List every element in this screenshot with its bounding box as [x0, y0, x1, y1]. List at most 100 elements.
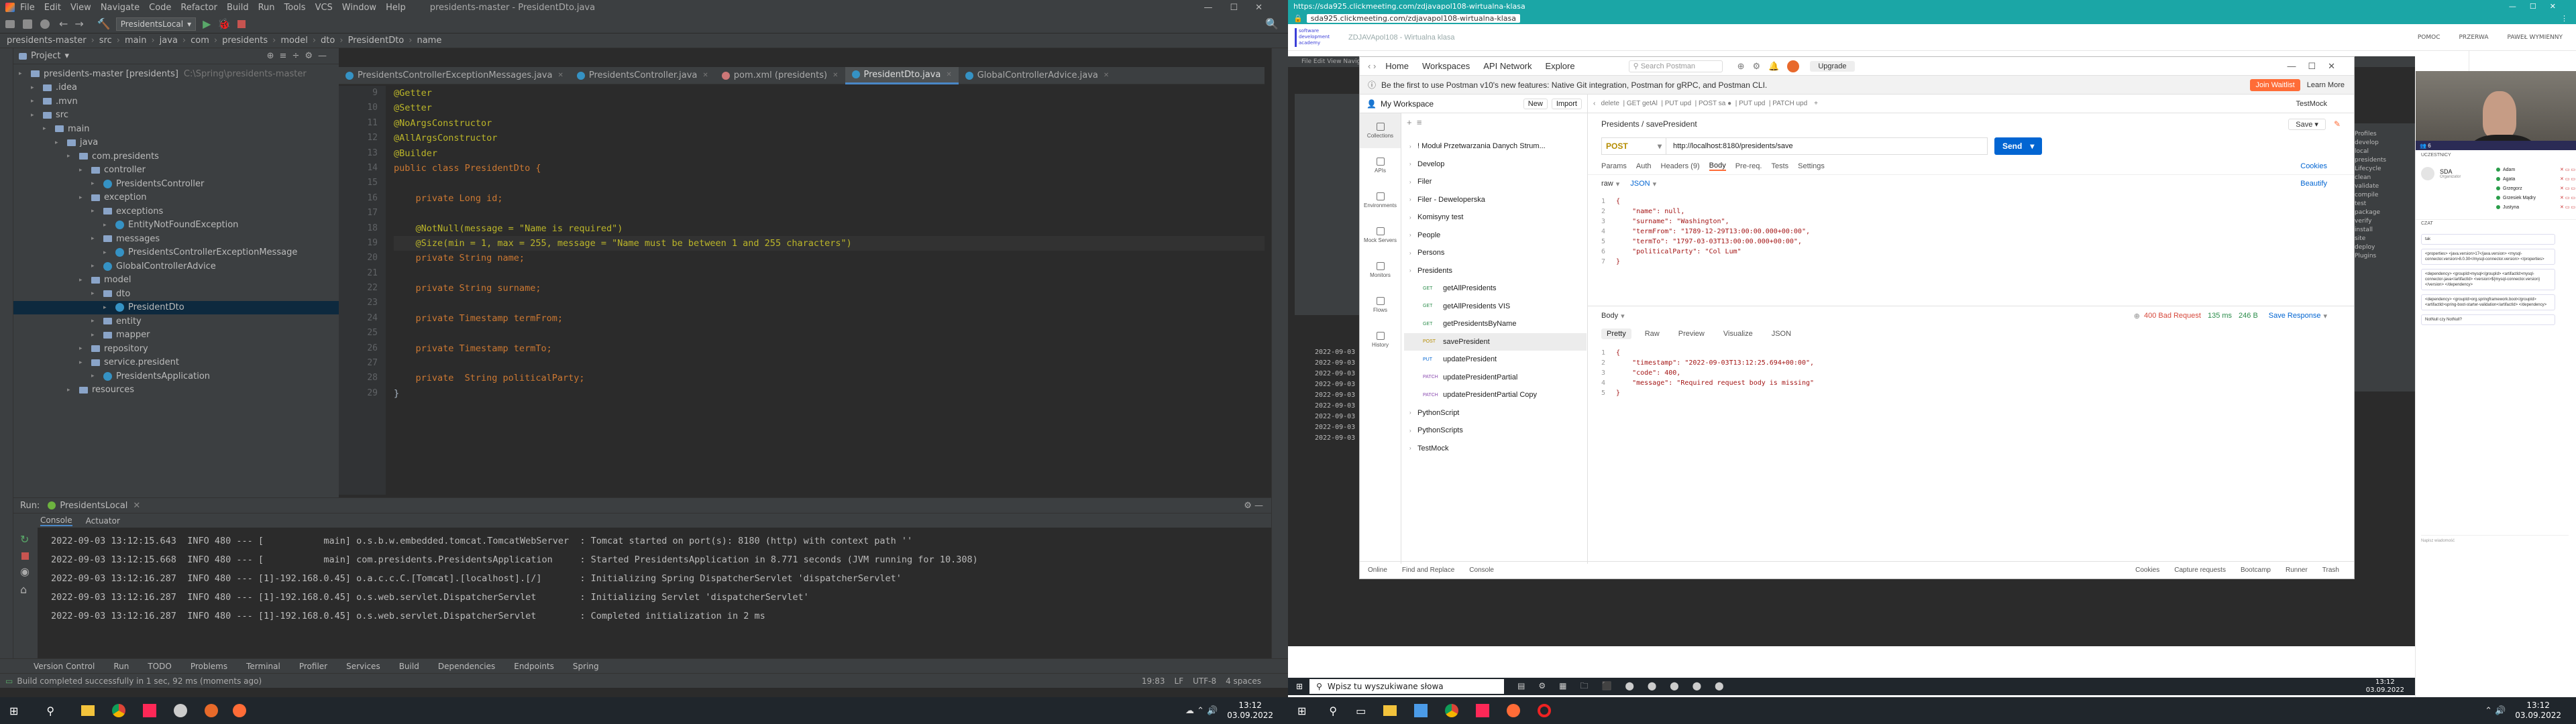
run-config-select[interactable]: PresidentsLocal ▾	[115, 17, 197, 31]
shared-search-box[interactable]: ⚲ Wpisz tu wyszukiwane słowa	[1309, 679, 1505, 694]
tree-item[interactable]: ▸ exceptions	[13, 204, 339, 219]
tree-item[interactable]: ▸ PresidentsApplication	[13, 369, 339, 383]
console-output[interactable]: 2022-09-03 13:12:15.643 INFO 480 --- [ m…	[51, 532, 1265, 659]
save-button[interactable]: Save ▾	[2288, 118, 2326, 130]
sidebar-icon-item[interactable]: Environments	[1360, 183, 1401, 218]
expand-icon[interactable]: ›	[1409, 215, 1417, 221]
search-icon[interactable]: ⚲	[46, 705, 54, 717]
opera-icon-right[interactable]	[1538, 704, 1552, 717]
expand-icon[interactable]: ▸	[79, 345, 87, 352]
request-config-tab[interactable]: Headers (9)	[1661, 162, 1700, 170]
bottom-tool-tab[interactable]: Services	[346, 662, 380, 671]
collection-item[interactable]: › Filer - Deweloperska	[1404, 191, 1587, 209]
expand-icon[interactable]: ›	[1409, 196, 1417, 202]
console-tab[interactable]: Console	[40, 516, 72, 526]
avatar[interactable]	[1787, 60, 1800, 72]
back-icon[interactable]: ←	[59, 17, 68, 30]
expand-icon[interactable]: ›	[1409, 232, 1417, 238]
tree-item[interactable]: ▸ src	[13, 109, 339, 123]
console-tab[interactable]: Actuator	[86, 516, 120, 526]
run-settings-icon[interactable]: ⚙ —	[1244, 501, 1263, 511]
response-view-tab[interactable]: JSON	[1766, 328, 1796, 339]
response-view-tab[interactable]: Pretty	[1601, 328, 1631, 339]
attendee-row[interactable]: Adam ✕ ▭ ▭	[2496, 165, 2575, 174]
environment-select[interactable]: TestMock	[2296, 100, 2327, 108]
request-config-tab[interactable]: Auth	[1636, 162, 1652, 170]
expand-icon[interactable]: ▸	[79, 167, 87, 174]
chrome-icon[interactable]	[112, 704, 126, 717]
request-config-tab[interactable]: Settings	[1798, 162, 1825, 170]
request-body-editor[interactable]: 1{2 "name": null, 3 "surname": "Washingto…	[1588, 192, 2354, 306]
expand-icon[interactable]: ▸	[31, 98, 39, 105]
tree-item[interactable]: ▸ presidents-master [presidents] C:\Spring…	[13, 67, 339, 81]
menu-item[interactable]: File	[20, 3, 35, 13]
intellij-icon-right[interactable]	[1476, 704, 1490, 717]
shared-app-icons[interactable]: ▤⚙▦🗀⬛⬤⬤⬤⬤⬤	[1517, 680, 1737, 694]
search-icon-right[interactable]: ⚲	[1329, 705, 1337, 717]
open-folder-icon[interactable]	[5, 19, 15, 28]
request-tab-strip[interactable]: ‹ delete | GET getAl | PUT upd | POST sa…	[1593, 100, 1807, 107]
cm-action[interactable]: PAWEŁ WYMIENNY	[2508, 34, 2563, 41]
send-button[interactable]: Send ▾	[1994, 137, 2043, 155]
postman-icon-right[interactable]	[1507, 704, 1521, 717]
tree-item[interactable]: ▸ com.presidents	[13, 149, 339, 164]
expand-icon[interactable]: ›	[1409, 179, 1417, 185]
tree-item[interactable]: ▸ model	[13, 274, 339, 288]
postman-search[interactable]: ⚲ Search Postman	[1628, 60, 1723, 72]
tree-item[interactable]: ▸ exception	[13, 191, 339, 205]
slack-icon[interactable]	[174, 704, 188, 717]
collection-item[interactable]: › Persons	[1404, 244, 1587, 262]
request-config-tab[interactable]: Tests	[1771, 162, 1788, 170]
collection-item[interactable]: POST savePresident	[1404, 333, 1587, 351]
bottom-tool-tab[interactable]: Profiler	[299, 662, 327, 671]
expand-icon[interactable]: ▸	[91, 180, 99, 187]
tree-item[interactable]: ▸ EntityNotFoundException	[13, 219, 339, 233]
back-nav-icon[interactable]: ‹ ›	[1368, 61, 1376, 71]
start-icon[interactable]: ⊞	[9, 705, 18, 717]
method-select[interactable]: POST ▾	[1601, 137, 1666, 155]
rerun-icon[interactable]: ↻	[20, 533, 38, 546]
expand-icon[interactable]: ›	[1409, 410, 1417, 416]
collection-item[interactable]: › PythonScript	[1404, 404, 1587, 422]
editor-tab[interactable]: PresidentsController.java ✕	[570, 67, 715, 84]
save-icon[interactable]	[23, 19, 32, 29]
postman-taskbar-icon[interactable]	[233, 704, 247, 717]
attendee-row[interactable]: Agata ✕ ▭ ▭	[2496, 174, 2575, 184]
run-icon[interactable]: ▶	[203, 17, 211, 30]
collection-item[interactable]: › Filer	[1404, 173, 1587, 191]
breadcrumb-item[interactable]: java	[160, 36, 178, 46]
build-icon[interactable]: 🔨	[97, 17, 111, 30]
tray-icons-right[interactable]: ⌃ 🔊	[2485, 706, 2506, 716]
breadcrumb-item[interactable]: src	[99, 36, 112, 46]
expand-icon[interactable]: ▸	[103, 304, 111, 311]
postman-menu-item[interactable]: API Network	[1483, 61, 1532, 71]
expand-icon[interactable]: ▸	[91, 235, 99, 242]
bottom-tool-tab[interactable]: Terminal	[246, 662, 280, 671]
tree-item[interactable]: ▸ .idea	[13, 81, 339, 95]
tree-item[interactable]: ▸ resources	[13, 383, 339, 398]
save-response-button[interactable]: Save Response	[2269, 312, 2321, 320]
menu-item[interactable]: Refactor	[180, 3, 217, 13]
tree-item[interactable]: ▸ repository	[13, 342, 339, 356]
expand-icon[interactable]: ▸	[43, 125, 51, 132]
expand-icon[interactable]: ›	[1409, 250, 1417, 256]
tree-item[interactable]: ▸ controller	[13, 164, 339, 178]
response-view-tab[interactable]: Visualize	[1718, 328, 1758, 339]
sync-icon[interactable]	[40, 19, 50, 29]
expand-icon[interactable]: ▸	[31, 112, 39, 119]
stop-icon[interactable]	[237, 19, 246, 28]
tree-item[interactable]: ▸ .mvn	[13, 95, 339, 109]
expand-icon[interactable]: ›	[1409, 428, 1417, 434]
expand-icon[interactable]: ▸	[79, 194, 87, 201]
status-item[interactable]: UTF-8	[1193, 676, 1216, 686]
request-config-tab[interactable]: Params	[1601, 162, 1627, 170]
project-label[interactable]: Project	[31, 51, 60, 61]
menu-item[interactable]: Help	[386, 3, 406, 13]
collection-item[interactable]: › Develop	[1404, 156, 1587, 174]
expand-icon[interactable]: ▸	[55, 139, 63, 146]
edit-icon[interactable]: ✎	[2334, 119, 2341, 129]
expand-icon[interactable]: ▸	[67, 153, 75, 160]
cm-action[interactable]: PRZERWA	[2459, 34, 2489, 41]
stop-run-icon[interactable]	[21, 552, 29, 560]
expand-icon[interactable]: ▸	[103, 222, 111, 229]
